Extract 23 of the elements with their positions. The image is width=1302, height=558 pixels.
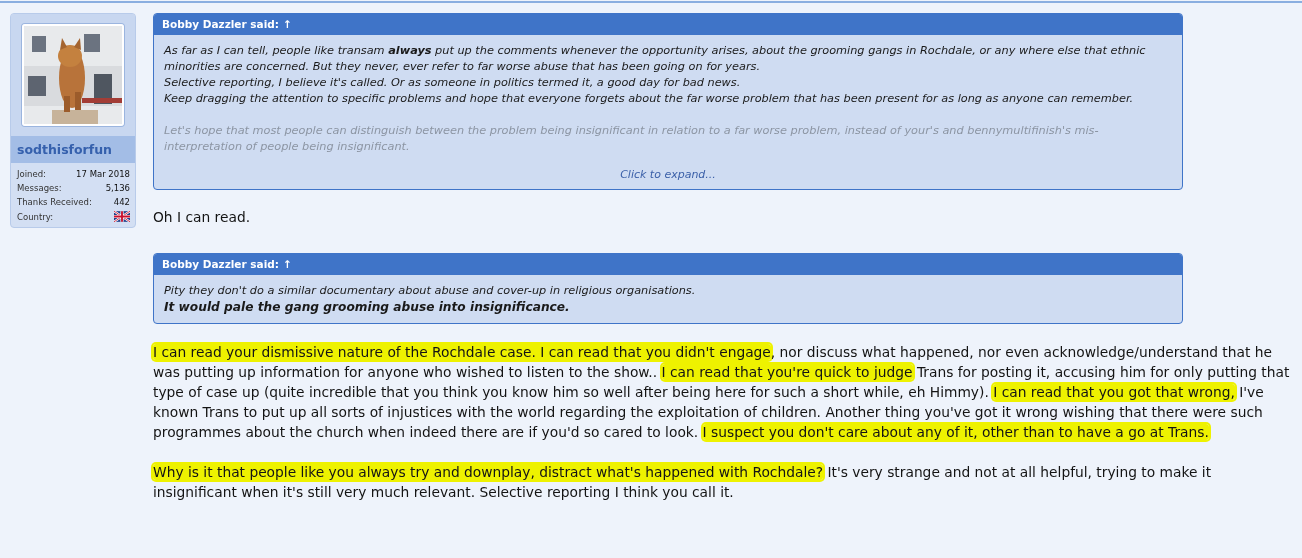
reply-paragraph: Why is it that people like you always try and downplay, distract what's happened with Rochdale? It's very strange and not at all helpful, trying to make it insignificant when it's still very much relevant. Selective reporting I think you call it. <box>153 463 1213 502</box>
quote-text: As far as I can tell, people like transam always put up the comments whenever the opportunity arises, about the grooming gangs in Rochdale, or any where else that ethnic minorities are concerned. But they never, ever refer to far worse abuse that has been going on for years. <box>164 43 1147 75</box>
quote-text: It would pale the gang grooming abuse into insignificance. <box>164 299 571 315</box>
stat-value: 17 Mar 2018 <box>76 169 130 179</box>
quote-text: Selective reporting, I believe it's called. Or as someone in politics termed it, a good day for bad news. <box>164 75 742 91</box>
quote-text: Pity they don't do a similar documentary about abuse and cover-up in religious organisations. <box>164 283 697 299</box>
quote-author: Bobby Dazzler said: <box>162 258 279 270</box>
stat-value: 442 <box>113 197 130 207</box>
stat-value: 5,136 <box>105 183 130 193</box>
quote-text: Keep dragging the attention to specific problems and hope that everyone forgets about the far worse problem that has been present for as long as anyone can remember. <box>164 91 1135 107</box>
stat-label: Country: <box>17 211 53 222</box>
quote-author: Bobby Dazzler said: <box>162 18 279 30</box>
quote-text: Let's hope that most people can distinguish between the problem being insignificant in relation to a far worse problem, instead of your's and bennymultifinish's mis-interpretation of people being insignificant. <box>164 123 1100 155</box>
stat-label: Messages: <box>17 183 62 193</box>
flag-icon <box>114 211 130 222</box>
jump-link[interactable]: ↑ <box>283 258 292 270</box>
stat-label: Thanks Received: <box>17 197 92 207</box>
jump-link[interactable]: ↑ <box>283 18 292 30</box>
username[interactable]: sodthisforfun <box>11 136 135 163</box>
reply-paragraph: I can read your dismissive nature of the Rochdale case. I can read that you didn't engage, nor discuss what happened, nor even acknowledge/understand that he was putting up information for anyone who wished to listen to the show.. I can read that you're quick to judge Trans for posting it, accusing him for only putting that type of case up (quite incredible that you think you know him so well after being here for such a short while, eh Himmy). I can read that you got that wrong, I've known Trans to put up all sorts of injustices with the world regarding the exploitation of children. Another thing you've got it wrong wishing that there were such programmes about the church when indeed there are if you'd so cared to look. I suspect you don't care about any of it, other than to have a go at Trans. <box>153 343 1291 442</box>
stat-label: Joined: <box>17 169 46 179</box>
reply-paragraph: Oh I can read. <box>153 208 252 227</box>
expand-link[interactable]: Click to expand... <box>620 168 716 181</box>
